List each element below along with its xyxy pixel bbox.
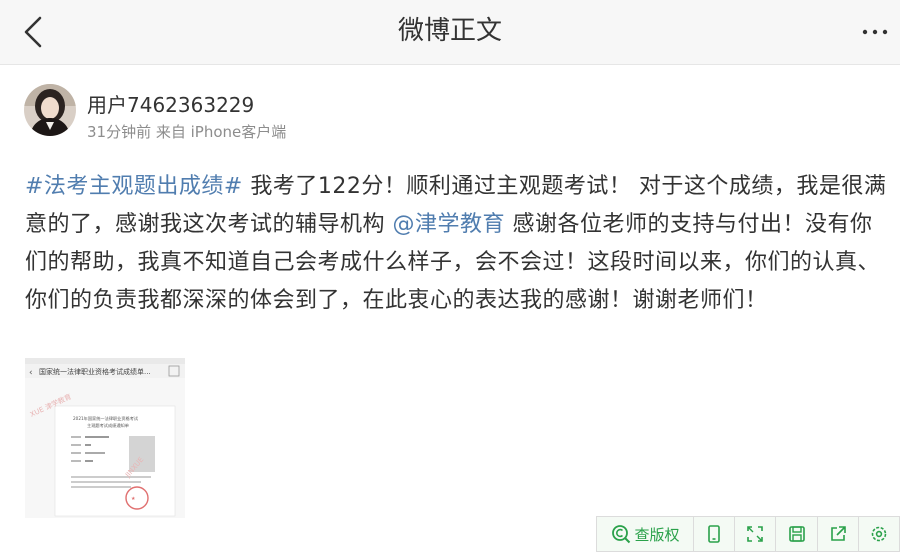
copyright-search-icon xyxy=(611,525,630,544)
copyright-check-label: 查版权 xyxy=(634,525,680,544)
post-source: 来自 iPhone客户端 xyxy=(155,123,287,141)
share-icon xyxy=(830,526,846,541)
mention-link[interactable]: @津学教育 xyxy=(393,212,506,237)
settings-icon xyxy=(871,526,887,542)
svg-text:‹: ‹ xyxy=(29,368,33,378)
post-meta: 31分钟前 来自 iPhone客户端 xyxy=(87,123,286,141)
avatar[interactable] xyxy=(24,84,76,136)
post-time: 31分钟前 xyxy=(87,123,152,141)
expand-icon xyxy=(747,526,764,542)
more-horizontal-icon xyxy=(862,29,888,35)
post-image-thumbnail[interactable]: ‹ 国家统一法律职业资格考试成绩单... 2021年国家统一法律职业资格考试 主… xyxy=(25,358,185,518)
expand-button[interactable] xyxy=(735,517,777,551)
more-button[interactable] xyxy=(860,20,890,44)
phone-view-button[interactable] xyxy=(694,517,736,551)
save-button[interactable] xyxy=(776,517,818,551)
image-toolbar: 查版权 xyxy=(596,516,900,552)
svg-text:★: ★ xyxy=(131,496,136,502)
page-title: 微博正文 xyxy=(397,16,502,46)
top-nav-bar: 微博正文 xyxy=(0,0,900,65)
username[interactable]: 用户7462363229 xyxy=(87,93,254,117)
settings-button[interactable] xyxy=(859,517,899,551)
share-button[interactable] xyxy=(818,517,859,551)
image-header-text: 国家统一法律职业资格考试成绩单... xyxy=(39,367,151,376)
image-doc-title-1: 2021年国家统一法律职业资格考试 xyxy=(73,415,139,422)
copyright-check-button[interactable]: 查版权 xyxy=(597,517,695,551)
hashtag-link[interactable]: #法考主观题出成绩# xyxy=(25,174,243,199)
save-icon xyxy=(788,526,805,542)
image-doc-title-2: 主观题考试成绩通知单 xyxy=(87,422,129,429)
phone-icon xyxy=(708,525,720,543)
post-text: #法考主观题出成绩# 我考了122分！顺利通过主观题考试！ 对于这个成绩，我是很… xyxy=(25,168,891,320)
